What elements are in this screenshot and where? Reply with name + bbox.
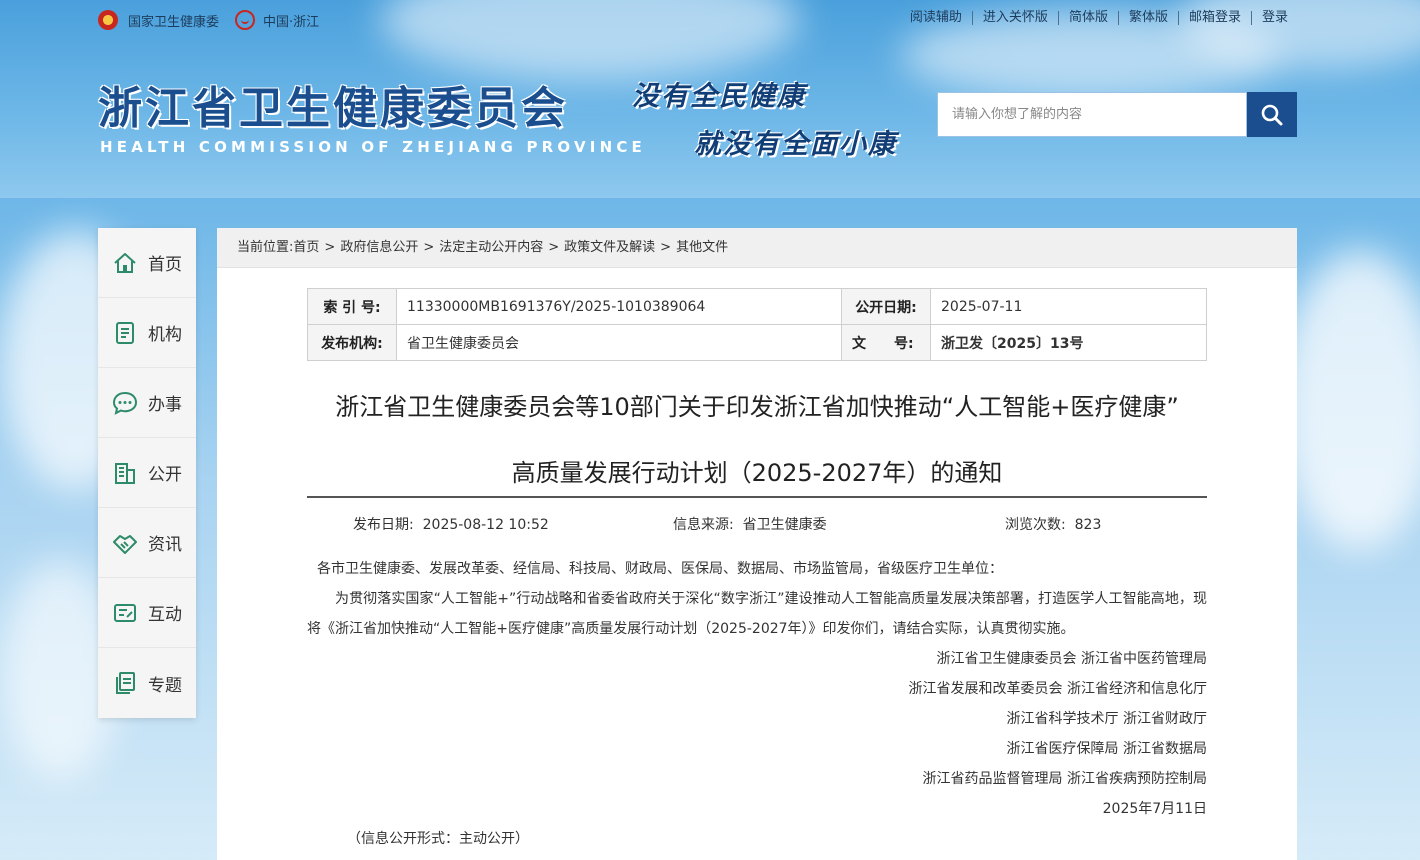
org-label: 发布机构:	[307, 324, 397, 361]
salutation: 各市卫生健康委、发展改革委、经信局、科技局、财政局、医保局、数据局、市场监管局，…	[317, 561, 1003, 577]
breadcrumb-home[interactable]: 首页	[293, 240, 319, 255]
article-body: 各市卫生健康委、发展改革委、经信局、科技局、财政局、医保局、数据局、市场监管局，…	[307, 554, 1207, 854]
site-subtitle: HEALTH COMMISSION OF ZHEJIANG PROVINCE	[100, 138, 646, 156]
building-icon	[115, 462, 135, 484]
login-link[interactable]: 登录	[1250, 11, 1298, 25]
slogan-line1: 没有全民健康	[632, 81, 806, 112]
signature-line: 浙江省科学技术厅 浙江省财政厅	[1006, 711, 1207, 727]
sidebar-item-topics[interactable]: 专题	[98, 648, 196, 718]
feedback-icon	[114, 603, 136, 622]
search-icon	[1261, 104, 1283, 125]
national-emblem-icon	[98, 10, 118, 30]
sidebar-item-home[interactable]: 首页	[98, 228, 196, 298]
info-source: 信息来源: 省卫生健康委	[673, 517, 827, 533]
reading-aid-link[interactable]: 阅读辅助	[900, 11, 972, 25]
main-paragraph: 为贯彻落实国家“人工智能+”行动战略和省委省政府关于深化“数字浙江”建设推动人工…	[307, 591, 1207, 637]
sign-date: 2025年7月11日	[1102, 801, 1207, 817]
simplified-chinese-link[interactable]: 简体版	[1057, 11, 1118, 25]
breadcrumb-policy[interactable]: 政策文件及解读	[564, 240, 655, 255]
date-label: 公开日期:	[841, 288, 931, 325]
nhc-link[interactable]: 国家卫生健康委	[98, 10, 219, 30]
docno-label: 文 号:	[841, 324, 931, 361]
sidebar-item-org[interactable]: 机构	[98, 298, 196, 368]
date-value: 2025-07-11	[930, 288, 1207, 325]
title-divider	[307, 496, 1207, 498]
sidebar-item-interaction[interactable]: 互动	[98, 578, 196, 648]
breadcrumb-gov-info[interactable]: 政府信息公开	[340, 240, 418, 255]
breadcrumb: 当前位置:首页 > 政府信息公开 > 法定主动公开内容 > 政策文件及解读 > 其他文件	[217, 228, 1297, 268]
top-links-left: 国家卫生健康委 中国·浙江	[98, 10, 335, 30]
document-meta-table: 索 引 号: 11330000MB1691376Y/2025-101038906…	[307, 288, 1207, 361]
care-version-link[interactable]: 进入关怀版	[971, 11, 1058, 25]
article-title: 浙江省卫生健康委员会等10部门关于印发浙江省加快推动“人工智能+医疗健康” 高质…	[335, 393, 1179, 487]
sidebar-item-public[interactable]: 公开	[98, 438, 196, 508]
disclosure-form: （信息公开形式：主动公开）	[347, 831, 529, 847]
publish-date: 发布日期: 2025-08-12 10:52	[353, 517, 549, 533]
sidebar-item-services[interactable]: 办事	[98, 368, 196, 438]
document-icon	[116, 321, 134, 344]
files-icon	[116, 672, 135, 694]
signature-line: 浙江省卫生健康委员会 浙江省中医药管理局	[936, 651, 1207, 667]
slogan-line2: 就没有全面小康	[694, 129, 897, 160]
search-box	[937, 92, 1297, 137]
mail-login-link[interactable]: 邮箱登录	[1177, 11, 1251, 25]
search-input[interactable]	[937, 92, 1247, 137]
view-count: 浏览次数: 823	[1005, 517, 1102, 533]
signature-line: 浙江省发展和改革委员会 浙江省经济和信息化厅	[908, 681, 1207, 697]
chat-icon	[112, 391, 138, 415]
signature-line: 浙江省药品监督管理局 浙江省疾病预防控制局	[922, 771, 1207, 787]
sidebar-nav: 首页 机构 办事 公开 资讯 互动 专题	[98, 228, 196, 718]
signature-line: 浙江省医疗保障局 浙江省数据局	[1006, 741, 1207, 757]
zhejiang-logo-icon	[235, 10, 256, 30]
breadcrumb-other[interactable]: 其他文件	[676, 240, 728, 255]
search-button[interactable]	[1247, 92, 1297, 137]
top-links-right: 阅读辅助 进入关怀版 简体版 繁体版 邮箱登录 登录	[900, 11, 1298, 25]
zhejiang-link[interactable]: 中国·浙江	[235, 10, 319, 30]
handshake-icon	[113, 534, 137, 554]
main-content: 当前位置:首页 > 政府信息公开 > 法定主动公开内容 > 政策文件及解读 > 其他文件 索 引…	[217, 228, 1297, 860]
index-label: 索 引 号:	[307, 288, 397, 325]
docno-value: 浙卫发〔2025〕13号	[930, 324, 1207, 361]
traditional-chinese-link[interactable]: 繁体版	[1117, 11, 1178, 25]
org-value: 省卫生健康委员会	[396, 324, 842, 361]
index-value: 11330000MB1691376Y/2025-1010389064	[396, 288, 842, 325]
sidebar-item-news[interactable]: 资讯	[98, 508, 196, 578]
header-banner: 国家卫生健康委 中国·浙江 阅读辅助 进入关怀版 简体版 繁体版 邮箱登录 登录…	[0, 0, 1420, 198]
site-title: 浙江省卫生健康委员会	[98, 83, 568, 134]
home-icon	[114, 252, 136, 273]
breadcrumb-statutory[interactable]: 法定主动公开内容	[439, 240, 543, 255]
